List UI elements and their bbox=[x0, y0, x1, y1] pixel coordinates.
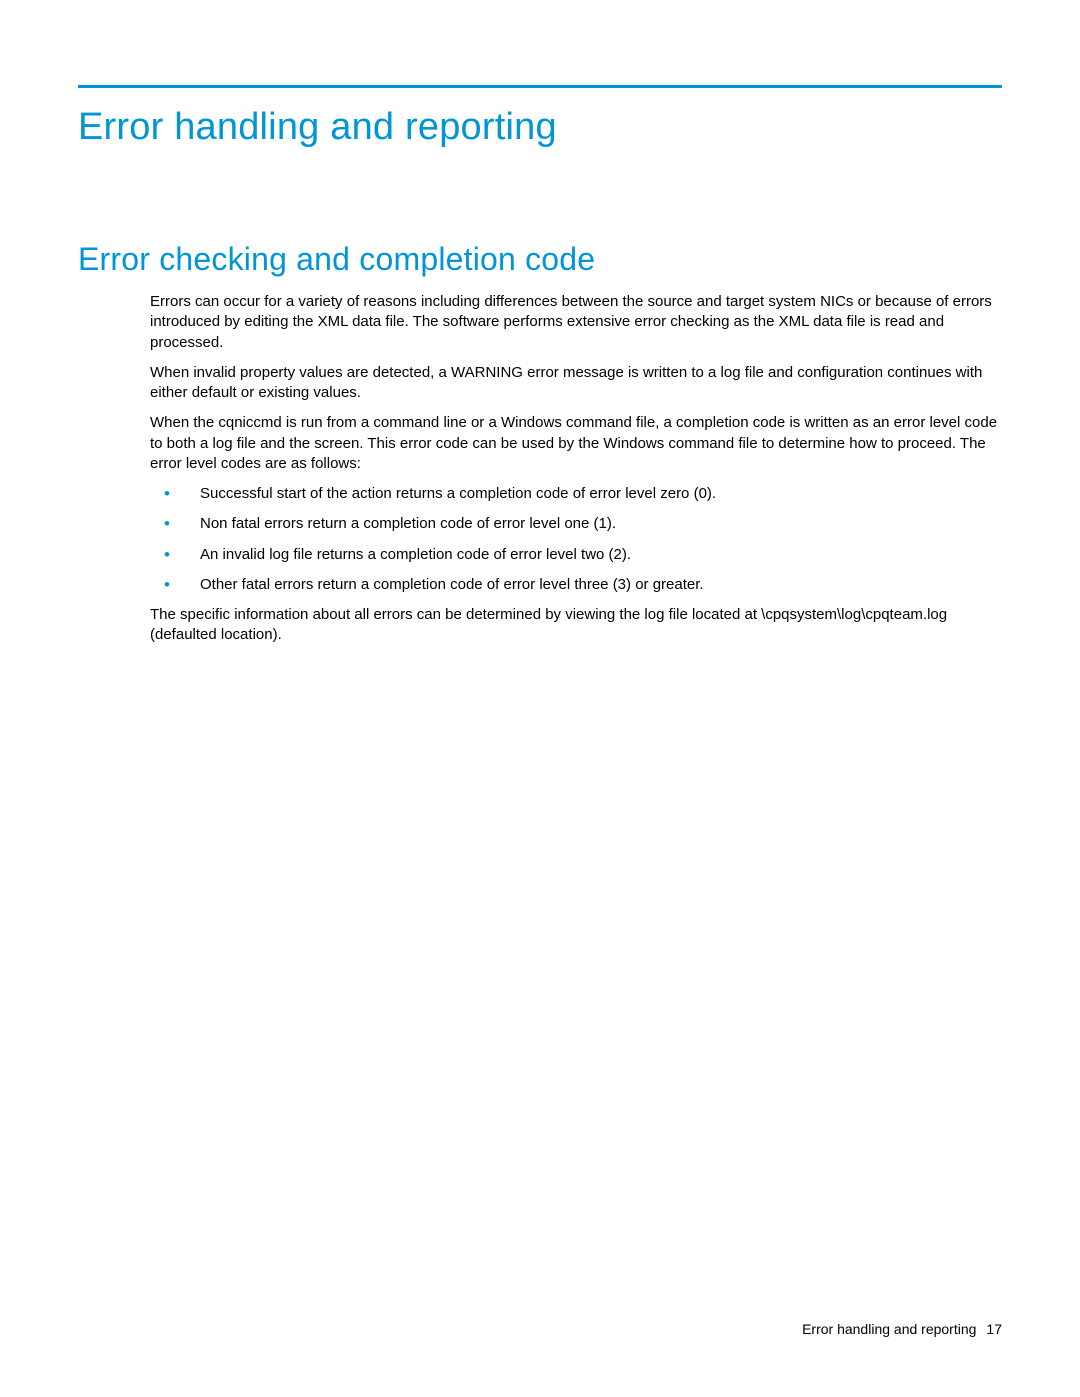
page-container: Error handling and reporting Error check… bbox=[0, 0, 1080, 1397]
main-heading: Error handling and reporting bbox=[78, 106, 1002, 149]
error-level-list: • Successful start of the action returns… bbox=[150, 484, 1002, 595]
paragraph-errorlevel-intro: When the cqniccmd is run from a command … bbox=[150, 413, 1002, 474]
bullet-icon: • bbox=[164, 484, 170, 504]
footer-page-number: 17 bbox=[986, 1321, 1002, 1337]
list-item: • Other fatal errors return a completion… bbox=[150, 575, 1002, 595]
bullet-icon: • bbox=[164, 575, 170, 595]
list-item-text: An invalid log file returns a completion… bbox=[200, 546, 631, 563]
paragraph-intro: Errors can occur for a variety of reason… bbox=[150, 292, 1002, 353]
paragraph-warning: When invalid property values are detecte… bbox=[150, 363, 1002, 404]
page-footer: Error handling and reporting 17 bbox=[802, 1321, 1002, 1337]
list-item-text: Non fatal errors return a completion cod… bbox=[200, 515, 616, 532]
top-rule bbox=[78, 85, 1002, 88]
footer-section-name: Error handling and reporting bbox=[802, 1321, 976, 1337]
list-item: • An invalid log file returns a completi… bbox=[150, 545, 1002, 565]
paragraph-logfile: The specific information about all error… bbox=[150, 605, 1002, 646]
list-item-text: Other fatal errors return a completion c… bbox=[200, 576, 704, 593]
list-item: • Non fatal errors return a completion c… bbox=[150, 514, 1002, 534]
bullet-icon: • bbox=[164, 545, 170, 565]
list-item-text: Successful start of the action returns a… bbox=[200, 485, 716, 502]
body-text: Errors can occur for a variety of reason… bbox=[150, 292, 1002, 646]
section-heading: Error checking and completion code bbox=[78, 241, 1002, 278]
bullet-icon: • bbox=[164, 514, 170, 534]
list-item: • Successful start of the action returns… bbox=[150, 484, 1002, 504]
